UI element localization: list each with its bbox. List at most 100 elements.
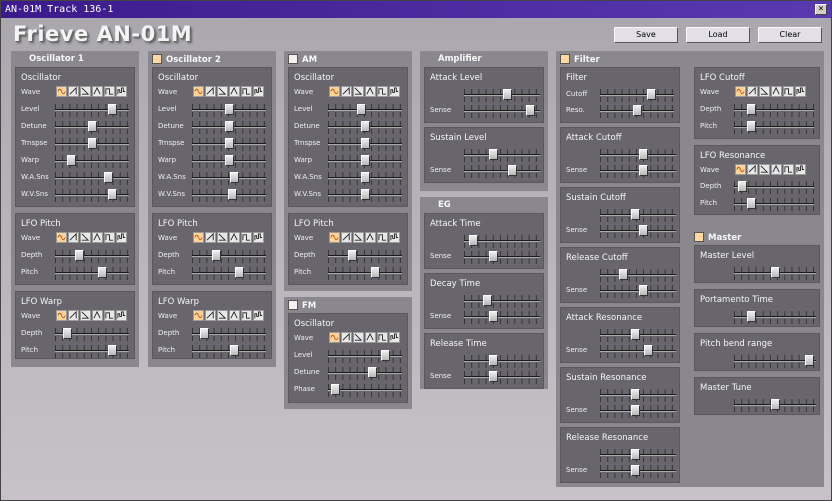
square-icon[interactable] [104,310,115,321]
saw-up-icon[interactable] [341,332,352,343]
sine-icon[interactable] [193,86,204,97]
am-lfop-pitch-slider-thumb[interactable] [370,267,380,278]
am-wvsns-slider-thumb[interactable] [360,189,370,200]
triangle-icon[interactable] [365,86,376,97]
triangle-icon[interactable] [92,232,103,243]
eg-decay-time-panel-main-slider-thumb[interactable] [482,295,492,306]
random-icon[interactable] [116,232,127,243]
lfores-depth-slider-thumb[interactable] [737,181,747,192]
random-icon[interactable] [389,86,400,97]
saw-down-icon[interactable] [217,310,228,321]
random-icon[interactable] [116,310,127,321]
random-icon[interactable] [116,86,127,97]
pitch-bend-range-panel-slider-slider-thumb[interactable] [804,355,814,366]
filter-release-cutoff-panel-sense-slider-thumb[interactable] [638,285,648,296]
title-bar[interactable]: AN-01M Track 136-1 × [1,1,831,18]
triangle-icon[interactable] [92,310,103,321]
random-icon[interactable] [253,86,264,97]
saw-down-icon[interactable] [80,86,91,97]
filter-release-cutoff-panel-main-slider-thumb[interactable] [618,269,628,280]
osc2-level-slider-thumb[interactable] [224,104,234,115]
am-trnspse-slider-thumb[interactable] [360,138,370,149]
saw-down-icon[interactable] [353,86,364,97]
master-level-panel-slider-slider-thumb[interactable] [770,267,780,278]
filter-sustain-resonance-panel-sense-slider-thumb[interactable] [630,405,640,416]
osc1-level-slider-thumb[interactable] [108,104,118,115]
saw-down-icon[interactable] [353,232,364,243]
saw-up-icon[interactable] [68,232,79,243]
random-icon[interactable] [253,232,264,243]
filter-attack-resonance-panel-sense-slider-thumb[interactable] [644,345,654,356]
triangle-icon[interactable] [365,332,376,343]
saw-up-icon[interactable] [205,86,216,97]
square-icon[interactable] [783,164,794,175]
osc1-wasns-slider-thumb[interactable] [103,172,113,183]
saw-down-icon[interactable] [759,86,770,97]
osc1-lfop-pitch-slider-thumb[interactable] [97,267,107,278]
master-tune-panel-slider-slider-thumb[interactable] [770,399,780,410]
osc2-warp-slider-thumb[interactable] [224,155,234,166]
saw-up-icon[interactable] [747,164,758,175]
am-level-slider-thumb[interactable] [357,104,367,115]
saw-down-icon[interactable] [217,232,228,243]
osc2-lfop-depth-slider-thumb[interactable] [211,250,221,261]
filter-column-enable-checkbox[interactable] [560,54,570,64]
osc2-wvsns-slider-thumb[interactable] [227,189,237,200]
save-button[interactable]: Save [614,27,678,43]
master-column-enable-checkbox[interactable] [694,232,704,242]
sine-icon[interactable] [735,86,746,97]
am-wasns-slider-thumb[interactable] [360,172,370,183]
saw-down-icon[interactable] [80,232,91,243]
amp-sustain-level-panel-main-slider-thumb[interactable] [489,149,499,160]
filter-sustain-cutoff-panel-sense-slider-thumb[interactable] [638,225,648,236]
osc1-lfow-pitch-slider-thumb[interactable] [108,345,118,356]
triangle-icon[interactable] [229,86,240,97]
saw-up-icon[interactable] [68,86,79,97]
osc2-lfop-pitch-slider-thumb[interactable] [234,267,244,278]
sine-icon[interactable] [735,164,746,175]
fm-level-slider-thumb[interactable] [381,350,391,361]
osc1-trnspse-slider-thumb[interactable] [87,138,97,149]
am-column-enable-checkbox[interactable] [288,54,298,64]
sine-icon[interactable] [193,232,204,243]
am-warp-slider-thumb[interactable] [360,155,370,166]
osc2-column-enable-checkbox[interactable] [152,54,162,64]
saw-up-icon[interactable] [747,86,758,97]
triangle-icon[interactable] [229,310,240,321]
saw-up-icon[interactable] [341,232,352,243]
filter-release-resonance-panel-main-slider-thumb[interactable] [630,449,640,460]
eg-attack-time-panel-sense-slider-thumb[interactable] [489,251,499,262]
square-icon[interactable] [241,86,252,97]
triangle-icon[interactable] [92,86,103,97]
osc1-lfow-depth-slider-thumb[interactable] [62,328,72,339]
filter-sustain-resonance-panel-main-slider-thumb[interactable] [630,389,640,400]
filter-release-resonance-panel-sense-slider-thumb[interactable] [630,465,640,476]
amp-attack-level-panel-sense-slider-thumb[interactable] [525,105,535,116]
square-icon[interactable] [377,86,388,97]
square-icon[interactable] [104,232,115,243]
eg-release-time-panel-sense-slider-thumb[interactable] [489,371,499,382]
random-icon[interactable] [253,310,264,321]
square-icon[interactable] [104,86,115,97]
saw-up-icon[interactable] [205,232,216,243]
filter-attack-cutoff-panel-sense-slider-thumb[interactable] [638,165,648,176]
am-lfop-depth-slider-thumb[interactable] [347,250,357,261]
triangle-icon[interactable] [771,86,782,97]
saw-down-icon[interactable] [353,332,364,343]
random-icon[interactable] [389,332,400,343]
osc1-wvsns-slider-thumb[interactable] [108,189,118,200]
sine-icon[interactable] [329,232,340,243]
filter-attack-resonance-panel-main-slider-thumb[interactable] [630,329,640,340]
osc2-lfow-pitch-slider-thumb[interactable] [229,345,239,356]
amp-attack-level-panel-main-slider-thumb[interactable] [502,89,512,100]
square-icon[interactable] [241,232,252,243]
random-icon[interactable] [389,232,400,243]
square-icon[interactable] [377,232,388,243]
osc1-warp-slider-thumb[interactable] [66,155,76,166]
osc1-detune-slider-thumb[interactable] [87,121,97,132]
eg-attack-time-panel-main-slider-thumb[interactable] [469,235,479,246]
clear-button[interactable]: Clear [758,27,822,43]
saw-up-icon[interactable] [205,310,216,321]
filter-cutoff-slider-thumb[interactable] [646,89,656,100]
osc1-lfop-depth-slider-thumb[interactable] [74,250,84,261]
